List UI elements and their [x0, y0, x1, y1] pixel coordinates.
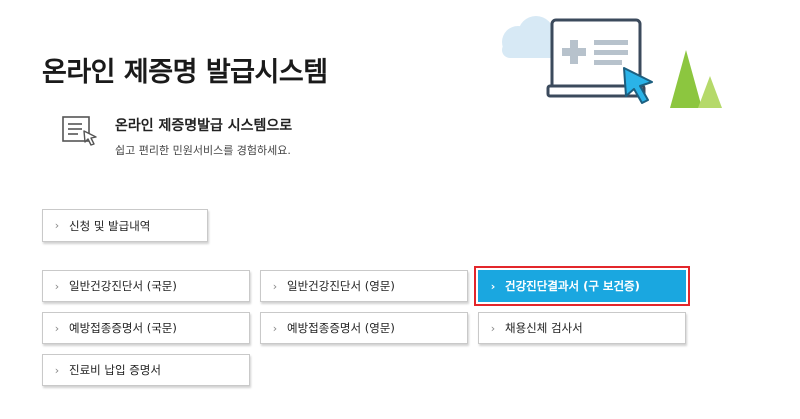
health-certificate-ko-label: 일반건강진단서 (국문)	[69, 279, 177, 293]
vaccination-certificate-ko-button[interactable]: › 예방접종증명서 (국문)	[42, 312, 250, 344]
health-certificate-en-button[interactable]: › 일반건강진단서 (영문)	[260, 270, 468, 302]
payment-certificate-label: 진료비 납입 증명서	[69, 363, 161, 377]
vaccination-certificate-ko-label: 예방접종증명서 (국문)	[69, 321, 177, 335]
chevron-right-icon: ›	[490, 321, 496, 335]
employment-exam-button[interactable]: › 채용신체 검사서	[478, 312, 686, 344]
tree-icon	[670, 50, 722, 108]
vaccination-certificate-en-button[interactable]: › 예방접종증명서 (영문)	[260, 312, 468, 344]
payment-certificate-button[interactable]: › 진료비 납입 증명서	[42, 354, 250, 386]
chevron-right-icon: ›	[54, 219, 60, 232]
chevron-right-icon: ›	[54, 279, 60, 293]
checkup-result-button[interactable]: › 건강진단결과서 (구 보건증)	[474, 266, 690, 306]
chevron-right-icon: ›	[54, 363, 60, 377]
health-certificate-ko-button[interactable]: › 일반건강진단서 (국문)	[42, 270, 250, 302]
checkup-result-label: 건강진단결과서 (구 보건증)	[505, 279, 640, 293]
employment-exam-label: 채용신체 검사서	[505, 321, 583, 335]
document-pointer-icon	[62, 116, 97, 146]
page-title: 온라인 제증명 발급시스템	[42, 57, 328, 88]
chevron-right-icon: ›	[272, 279, 278, 293]
chevron-right-icon: ›	[272, 321, 278, 335]
intro-subtext: 쉽고 편리한 민원서비스를 경험하세요.	[115, 144, 291, 157]
history-button-label: 신청 및 발급내역	[69, 218, 151, 233]
vaccination-certificate-en-label: 예방접종증명서 (영문)	[287, 321, 395, 335]
hero-illustration	[502, 16, 722, 108]
history-button[interactable]: › 신청 및 발급내역	[42, 209, 208, 242]
health-certificate-en-label: 일반건강진단서 (영문)	[287, 279, 395, 293]
intro-heading: 온라인 제증명발급 시스템으로	[115, 118, 293, 134]
chevron-right-icon: ›	[490, 279, 496, 293]
chevron-right-icon: ›	[54, 321, 60, 335]
